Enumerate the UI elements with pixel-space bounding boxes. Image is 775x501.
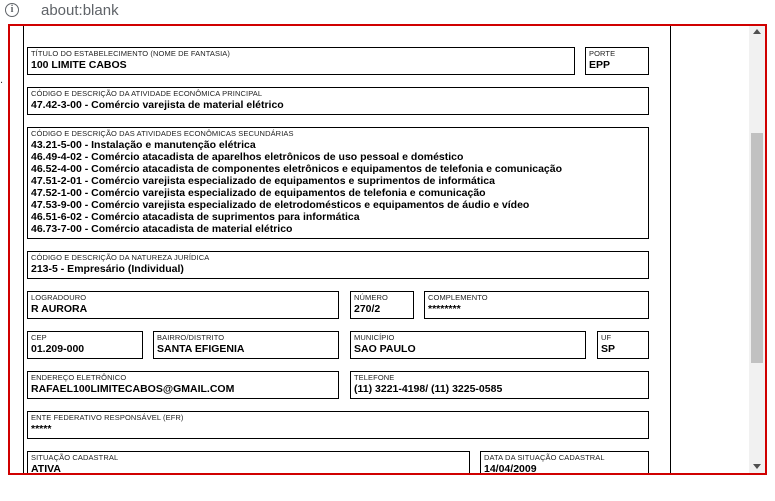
- porte-label: PORTE: [589, 49, 616, 58]
- logradouro-value: R AURORA: [31, 303, 88, 315]
- complemento-label: COMPLEMENTO: [428, 293, 488, 302]
- background-text: .: [0, 74, 4, 86]
- list-item: 46.51-6-02 - Comércio atacadista de supr…: [31, 211, 360, 223]
- logradouro-field: LOGRADOURO R AURORA: [27, 291, 339, 319]
- fantasia-value: 100 LIMITE CABOS: [31, 59, 127, 71]
- municipio-value: SAO PAULO: [354, 343, 416, 355]
- telefone-field: TELEFONE (11) 3221-4198/ (11) 3225-0585: [350, 371, 649, 399]
- email-value: RAFAEL100LIMITECABOS@GMAIL.COM: [31, 383, 235, 395]
- fantasia-label: TÍTULO DO ESTABELECIMENTO (NOME DE FANTA…: [31, 49, 231, 58]
- efr-value: *****: [31, 423, 52, 435]
- efr-field: ENTE FEDERATIVO RESPONSÁVEL (EFR) *****: [27, 411, 649, 439]
- vertical-scrollbar[interactable]: [749, 26, 765, 473]
- situacao-field: SITUAÇÃO CADASTRAL ATIVA: [27, 451, 470, 475]
- complemento-value: ********: [428, 303, 461, 315]
- atividades-secundarias-field: CÓDIGO E DESCRIÇÃO DAS ATIVIDADES ECONÔM…: [27, 127, 649, 239]
- natureza-juridica-label: CÓDIGO E DESCRIÇÃO DA NATUREZA JURÍDICA: [31, 253, 210, 262]
- situacao-value: ATIVA: [31, 463, 61, 475]
- porte-field: PORTE EPP: [585, 47, 649, 75]
- efr-label: ENTE FEDERATIVO RESPONSÁVEL (EFR): [31, 413, 184, 422]
- cnpj-document: TÍTULO DO ESTABELECIMENTO (NOME DE FANTA…: [23, 26, 671, 475]
- natureza-juridica-field: CÓDIGO E DESCRIÇÃO DA NATUREZA JURÍDICA …: [27, 251, 649, 279]
- url-text[interactable]: about:blank: [41, 2, 119, 19]
- list-item: 47.51-2-01 - Comércio varejista especial…: [31, 175, 495, 187]
- complemento-field: COMPLEMENTO ********: [424, 291, 649, 319]
- embedded-document-frame[interactable]: TÍTULO DO ESTABELECIMENTO (NOME DE FANTA…: [8, 24, 767, 475]
- atividade-principal-label: CÓDIGO E DESCRIÇÃO DA ATIVIDADE ECONÔMIC…: [31, 89, 263, 98]
- atividade-principal-field: CÓDIGO E DESCRIÇÃO DA ATIVIDADE ECONÔMIC…: [27, 87, 649, 115]
- bairro-label: BAIRRO/DISTRITO: [157, 333, 225, 342]
- list-item: 47.52-1-00 - Comércio varejista especial…: [31, 187, 486, 199]
- bairro-field: BAIRRO/DISTRITO SANTA EFIGENIA: [153, 331, 339, 359]
- list-item: 46.73-7-00 - Comércio atacadista de mate…: [31, 223, 293, 235]
- telefone-label: TELEFONE: [354, 373, 395, 382]
- scroll-down-arrow-icon[interactable]: [753, 464, 761, 469]
- uf-value: SP: [601, 343, 616, 355]
- atividade-principal-value: 47.42-3-00 - Comércio varejista de mater…: [31, 99, 284, 111]
- natureza-juridica-value: 213-5 - Empresário (Individual): [31, 263, 184, 275]
- atividades-secundarias-label: CÓDIGO E DESCRIÇÃO DAS ATIVIDADES ECONÔM…: [31, 129, 294, 138]
- list-item: 43.21-5-00 - Instalação e manutenção elé…: [31, 139, 256, 151]
- atividades-secundarias-list: 43.21-5-00 - Instalação e manutenção elé…: [31, 139, 562, 235]
- uf-label: UF: [601, 333, 612, 342]
- data-situacao-label: DATA DA SITUAÇÃO CADASTRAL: [484, 453, 605, 462]
- data-situacao-field: DATA DA SITUAÇÃO CADASTRAL 14/04/2009: [480, 451, 649, 475]
- numero-value: 270/2: [354, 303, 381, 315]
- porte-value: EPP: [589, 59, 611, 71]
- municipio-label: MUNICÍPIO: [354, 333, 395, 342]
- municipio-field: MUNICÍPIO SAO PAULO: [350, 331, 586, 359]
- data-situacao-value: 14/04/2009: [484, 463, 537, 475]
- list-item: 46.52-4-00 - Comércio atacadista de comp…: [31, 163, 563, 175]
- info-icon[interactable]: i: [5, 3, 19, 17]
- uf-field: UF SP: [597, 331, 649, 359]
- email-label: ENDEREÇO ELETRÔNICO: [31, 373, 127, 382]
- cep-value: 01.209-000: [31, 343, 85, 355]
- email-field: ENDEREÇO ELETRÔNICO RAFAEL100LIMITECABOS…: [27, 371, 339, 399]
- bairro-value: SANTA EFIGENIA: [157, 343, 245, 355]
- list-item: 46.49-4-02 - Comércio atacadista de apar…: [31, 151, 464, 163]
- scrollbar-thumb[interactable]: [751, 133, 763, 363]
- list-item: 47.53-9-00 - Comércio varejista especial…: [31, 199, 530, 211]
- numero-label: NÚMERO: [354, 293, 388, 302]
- telefone-value: (11) 3221-4198/ (11) 3225-0585: [354, 383, 503, 395]
- fantasia-field: TÍTULO DO ESTABELECIMENTO (NOME DE FANTA…: [27, 47, 575, 75]
- address-bar[interactable]: i about:blank: [0, 0, 775, 24]
- cep-label: CEP: [31, 333, 47, 342]
- numero-field: NÚMERO 270/2: [350, 291, 414, 319]
- scroll-up-arrow-icon[interactable]: [753, 29, 761, 34]
- situacao-label: SITUAÇÃO CADASTRAL: [31, 453, 119, 462]
- logradouro-label: LOGRADOURO: [31, 293, 87, 302]
- cep-field: CEP 01.209-000: [27, 331, 143, 359]
